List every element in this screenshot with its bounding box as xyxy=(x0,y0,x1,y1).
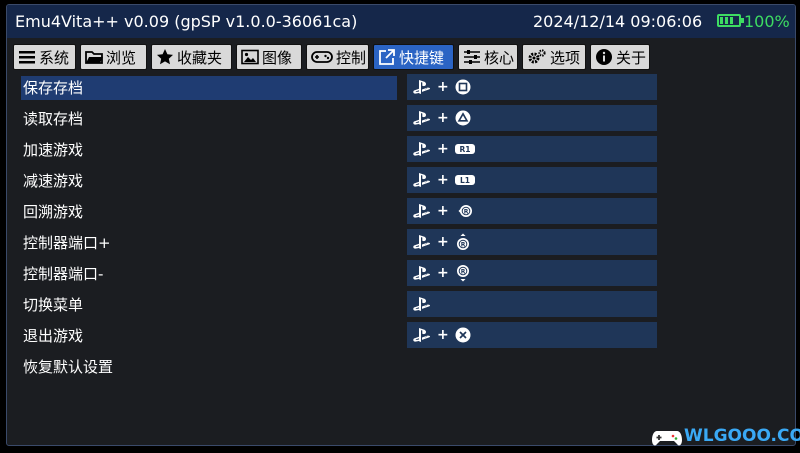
hotkey-binding-controller-port-next[interactable]: + R xyxy=(407,229,657,255)
hotkey-row-speed-up[interactable]: 加速游戏 xyxy=(21,138,397,162)
hotkey-row-rewind[interactable]: 回溯游戏 xyxy=(21,200,397,224)
plus-sign: + xyxy=(437,172,449,188)
watermark-logo: WLGOOO.COM xyxy=(652,424,800,448)
hotkey-row-controller-port-prev[interactable]: 控制器端口- xyxy=(21,262,397,286)
tab-hotkeys[interactable]: 快捷键 xyxy=(373,44,454,70)
star-icon xyxy=(157,49,173,65)
right-stick-up-icon: R xyxy=(456,233,469,250)
hotkey-binding-rewind[interactable]: + R xyxy=(407,198,657,224)
gamepad-logo-icon xyxy=(652,431,682,446)
ps-button-icon xyxy=(413,80,431,94)
tab-system[interactable]: 系统 xyxy=(13,44,76,70)
ps-button-icon xyxy=(413,235,431,249)
stick-label: R xyxy=(460,268,465,275)
ps-button-icon xyxy=(413,142,431,156)
ps-button-icon xyxy=(413,328,431,342)
info-icon xyxy=(596,49,612,65)
stick-label: R xyxy=(463,208,468,215)
tab-core[interactable]: 核心 xyxy=(458,44,518,70)
tab-control[interactable]: 控制 xyxy=(306,44,369,70)
tab-label: 收藏夹 xyxy=(177,48,223,67)
plus-sign: + xyxy=(437,110,449,126)
ps-button-icon xyxy=(413,173,431,187)
tab-browse[interactable]: 浏览 xyxy=(80,44,147,70)
menu-icon xyxy=(19,51,35,64)
hotkey-row-save-state[interactable]: 保存存档 xyxy=(21,76,397,100)
l1-label: L1 xyxy=(460,176,470,185)
right-stick-down-icon: R xyxy=(456,265,469,282)
app-title: Emu4Vita++ v0.09 (gpSP v1.0.0-36061ca) xyxy=(15,12,358,31)
hotkey-row-controller-port-next[interactable]: 控制器端口+ xyxy=(21,231,397,255)
hotkey-row-reset-defaults[interactable]: 恢复默认设置 xyxy=(21,355,397,379)
app-window: Emu4Vita++ v0.09 (gpSP v1.0.0-36061ca) 2… xyxy=(6,4,796,446)
stick-label: R xyxy=(460,241,465,248)
watermark-text: WLGOOO.COM xyxy=(684,426,800,446)
ps-button-icon xyxy=(413,297,431,311)
tab-video[interactable]: 图像 xyxy=(236,44,302,70)
hotkey-row-toggle-menu[interactable]: 切换菜单 xyxy=(21,293,397,317)
tab-label: 核心 xyxy=(484,48,515,67)
ps-button-icon xyxy=(413,266,431,280)
hotkey-row-slow-down[interactable]: 减速游戏 xyxy=(21,169,397,193)
tab-label: 浏览 xyxy=(106,48,137,67)
tab-label: 图像 xyxy=(262,48,293,67)
battery-percentage: 100% xyxy=(744,12,790,31)
datetime: 2024/12/14 09:06:06 xyxy=(533,12,703,31)
hotkey-binding-speed-up[interactable]: + R1 xyxy=(407,136,657,162)
hotkey-binding-controller-port-prev[interactable]: + R xyxy=(407,260,657,286)
triangle-button-icon xyxy=(455,110,471,126)
hotkey-binding-save-state[interactable]: + xyxy=(407,74,657,100)
tab-favorites[interactable]: 收藏夹 xyxy=(151,44,232,70)
tab-label: 选项 xyxy=(550,48,581,67)
sliders-icon xyxy=(464,50,480,64)
tab-options[interactable]: 选项 xyxy=(522,44,586,70)
hotkey-binding-load-state[interactable]: + xyxy=(407,105,657,131)
right-stick-left-icon: R xyxy=(458,205,472,217)
r1-label: R1 xyxy=(459,145,470,154)
hotkey-binding-slow-down[interactable]: + L1 xyxy=(407,167,657,193)
image-icon xyxy=(241,49,259,65)
hotkey-binding-toggle-menu[interactable] xyxy=(407,291,657,317)
tab-label: 关于 xyxy=(616,48,647,67)
gamepad-icon xyxy=(311,51,333,63)
folder-icon xyxy=(85,51,103,64)
gears-icon xyxy=(528,49,546,64)
plus-sign: + xyxy=(437,141,449,157)
hotkey-row-load-state[interactable]: 读取存档 xyxy=(21,107,397,131)
plus-sign: + xyxy=(437,203,449,219)
title-bar: Emu4Vita++ v0.09 (gpSP v1.0.0-36061ca) 2… xyxy=(7,5,795,38)
l1-button-icon: L1 xyxy=(454,175,475,185)
square-button-icon xyxy=(455,79,471,95)
r1-button-icon: R1 xyxy=(454,144,475,154)
plus-sign: + xyxy=(437,79,449,95)
external-link-icon xyxy=(379,49,395,65)
tab-about[interactable]: 关于 xyxy=(590,44,650,70)
hotkey-row-exit-game[interactable]: 退出游戏 xyxy=(21,324,397,348)
tab-label: 快捷键 xyxy=(399,48,445,67)
plus-sign: + xyxy=(437,327,449,343)
tab-label: 控制 xyxy=(336,48,367,67)
tab-label: 系统 xyxy=(39,48,70,67)
plus-sign: + xyxy=(437,234,449,250)
hotkey-binding-exit-game[interactable]: + xyxy=(407,322,657,348)
battery-icon xyxy=(717,14,744,27)
ps-button-icon xyxy=(413,111,431,125)
ps-button-icon xyxy=(413,204,431,218)
cross-button-icon xyxy=(455,327,471,343)
plus-sign: + xyxy=(437,265,449,281)
